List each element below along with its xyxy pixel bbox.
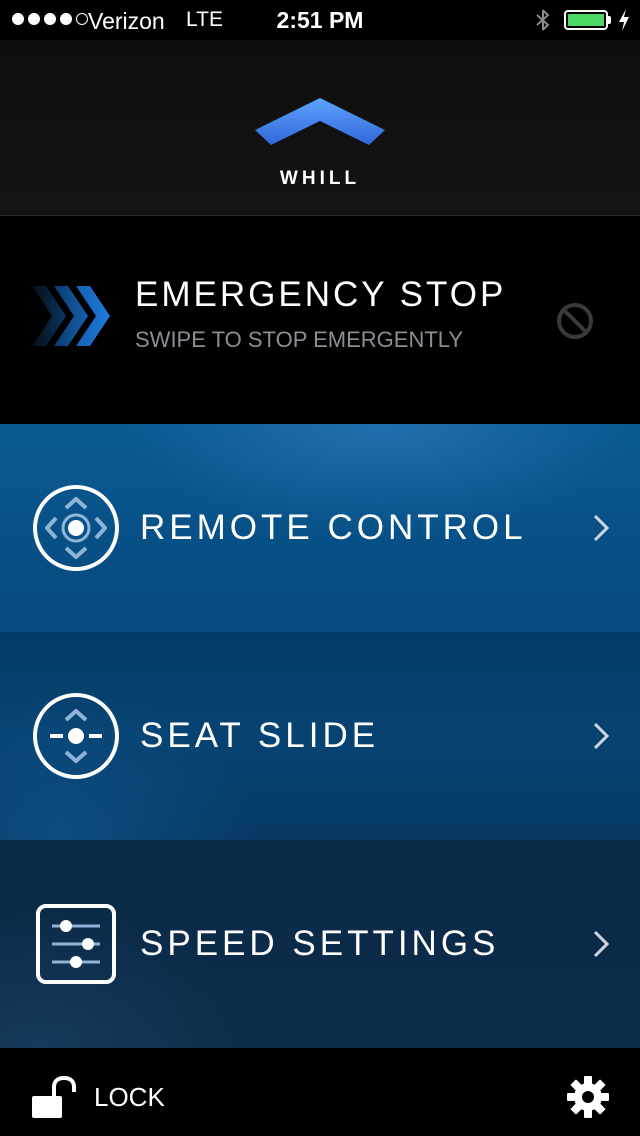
emergency-stop-subtitle: SWIPE TO STOP EMERGENTLY (135, 327, 464, 352)
swipe-arrows-icon[interactable] (30, 284, 112, 348)
battery-tip (608, 16, 611, 24)
whill-logo-icon (255, 98, 385, 145)
chevron-right-icon (593, 930, 610, 958)
seat-slide-row[interactable]: SEAT SLIDE (0, 632, 640, 840)
speed-settings-icon (36, 904, 116, 984)
battery-icon (564, 10, 608, 30)
emergency-stop-title: EMERGENCY STOP (135, 275, 507, 314)
status-bar: Verizon LTE 2:51 PM (0, 0, 640, 40)
remote-control-label: REMOTE CONTROL (140, 508, 527, 547)
stop-icon (557, 303, 593, 339)
logo-text: WHILL (279, 168, 361, 189)
gear-icon[interactable] (566, 1075, 610, 1119)
unlock-icon[interactable] (30, 1076, 76, 1120)
seat-slide-label: SEAT SLIDE (140, 716, 380, 755)
app-screen: Verizon LTE 2:51 PM WHILL EMERGENCY STOP… (0, 0, 640, 1136)
bluetooth-icon (536, 9, 549, 31)
charging-icon (619, 9, 629, 31)
lock-label[interactable]: LOCK (94, 1082, 165, 1113)
speed-settings-row[interactable]: SPEED SETTINGS (0, 840, 640, 1048)
bottom-bar: LOCK (0, 1048, 640, 1136)
remote-control-icon (33, 485, 119, 571)
chevron-right-icon (593, 722, 610, 750)
chevron-right-icon (593, 514, 610, 542)
app-header: WHILL (0, 40, 640, 216)
speed-settings-label: SPEED SETTINGS (140, 924, 500, 963)
remote-control-row[interactable]: REMOTE CONTROL (0, 424, 640, 632)
seat-slide-icon (33, 693, 119, 779)
